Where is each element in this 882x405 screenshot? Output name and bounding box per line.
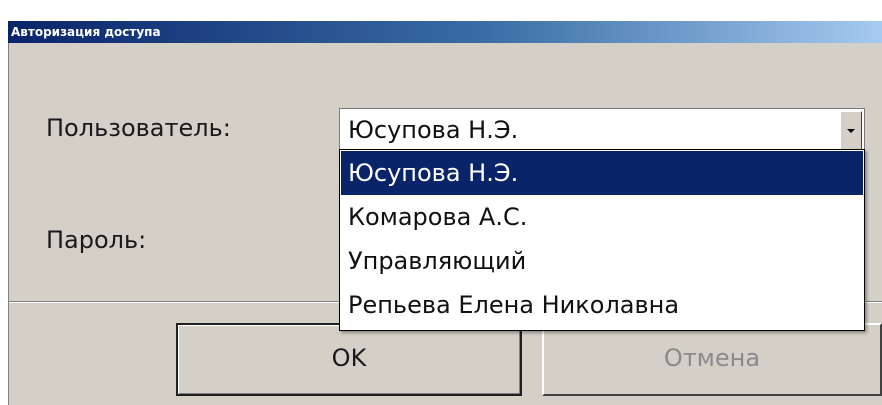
cancel-button[interactable]: Отмена: [542, 323, 882, 396]
dropdown-option[interactable]: Комарова А.С.: [341, 195, 863, 239]
password-label: Пароль:: [46, 226, 147, 254]
dropdown-button[interactable]: [840, 111, 862, 151]
ok-button[interactable]: OK: [176, 323, 522, 396]
user-combobox-value: Юсупова Н.Э.: [348, 116, 519, 144]
user-dropdown-list[interactable]: Юсупова Н.Э. Комарова А.С. Управляющий Р…: [339, 149, 865, 331]
user-label: Пользователь:: [46, 114, 231, 142]
window-title: Авторизация доступа: [11, 25, 161, 39]
dropdown-option[interactable]: Юсупова Н.Э.: [341, 151, 863, 195]
dropdown-option[interactable]: Управляющий: [341, 239, 863, 283]
title-bar[interactable]: Авторизация доступа: [8, 21, 882, 43]
dropdown-option[interactable]: Репьева Елена Николавна: [341, 283, 863, 327]
user-combobox[interactable]: Юсупова Н.Э.: [339, 108, 865, 154]
chevron-down-icon: [847, 129, 855, 133]
